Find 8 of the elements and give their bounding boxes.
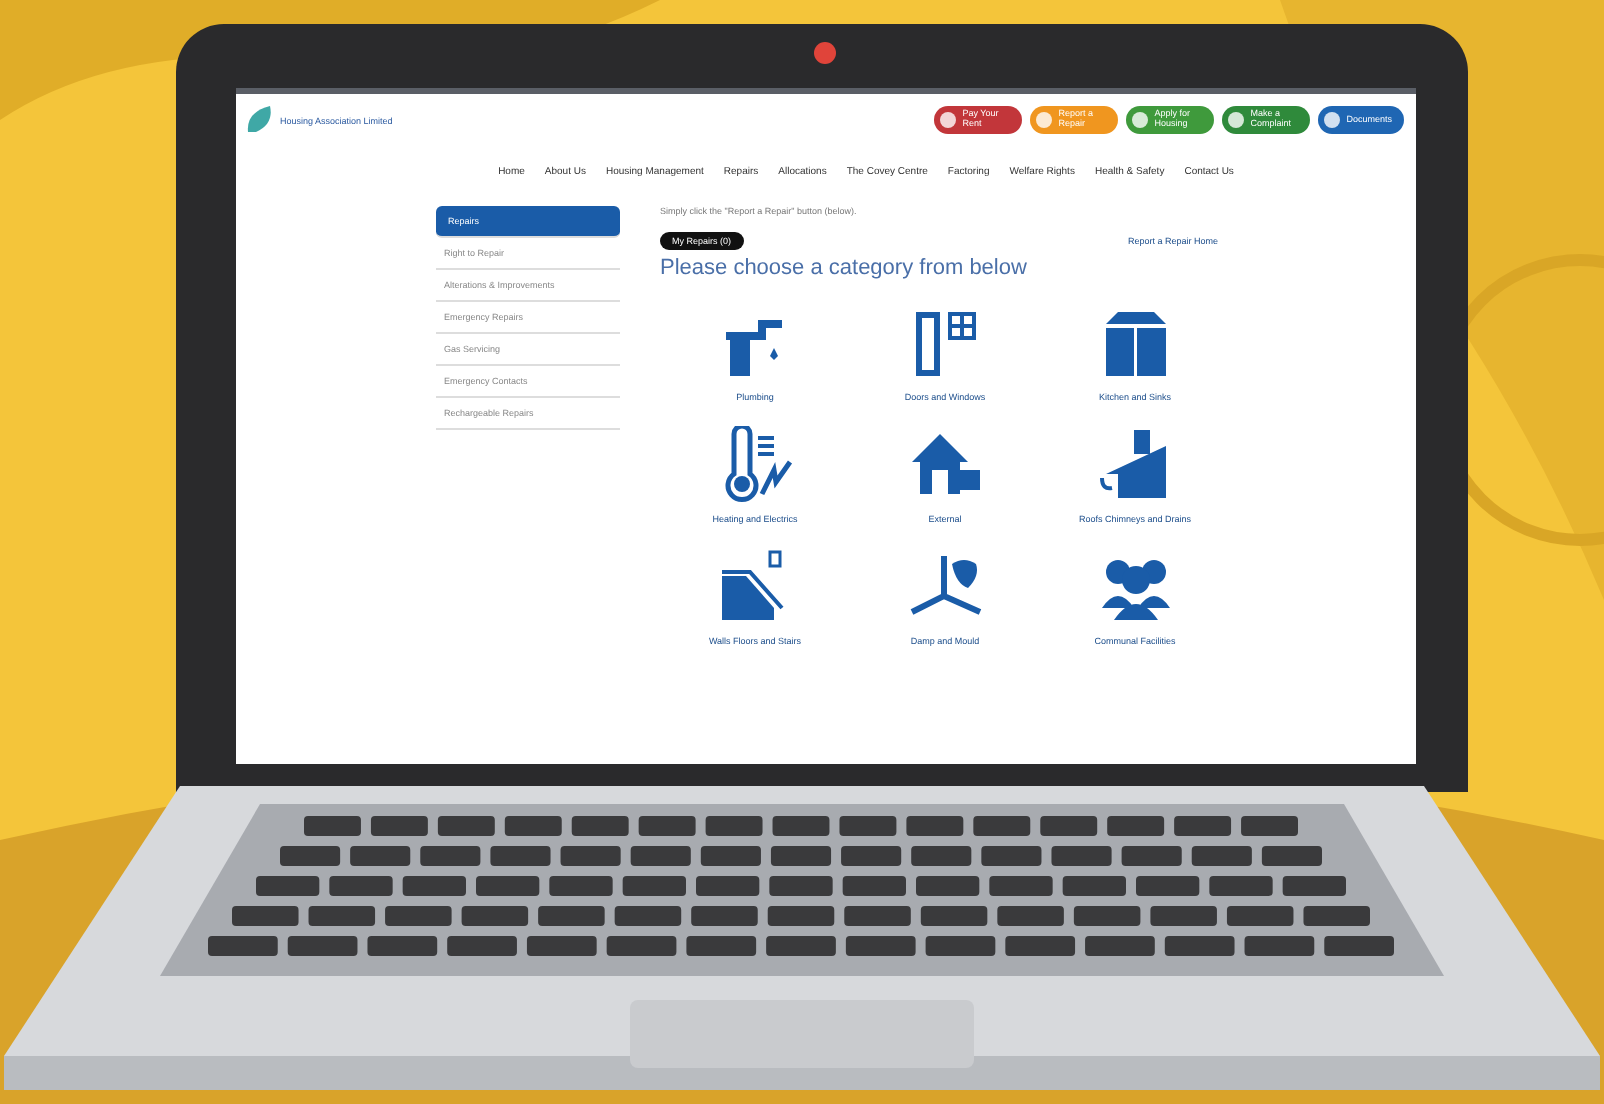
circle-icon xyxy=(1228,112,1245,128)
circle-icon xyxy=(1036,112,1053,128)
camera-dot xyxy=(814,42,836,64)
page-heading: Please choose a category from below xyxy=(660,256,1029,280)
circle-icon xyxy=(940,112,957,128)
circle-icon xyxy=(1132,112,1149,128)
leaf-logo-icon xyxy=(244,104,276,136)
circle-icon xyxy=(1324,112,1341,128)
